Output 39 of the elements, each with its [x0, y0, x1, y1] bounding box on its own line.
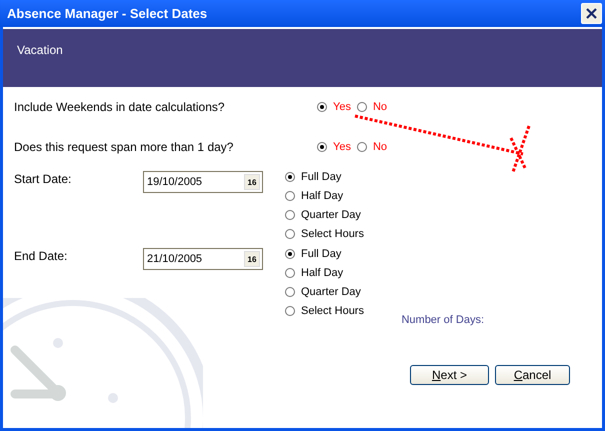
calendar-button[interactable]: 16 [244, 251, 260, 267]
date-label: Start Date: [14, 171, 72, 186]
radio-button[interactable] [285, 268, 295, 278]
radio-button[interactable] [317, 142, 327, 152]
dialog-button[interactable]: Next > [410, 365, 489, 385]
option-label: Full Day [301, 248, 342, 260]
radio-button[interactable] [285, 228, 295, 238]
date-field[interactable]: 21/10/2005 16 [143, 248, 263, 270]
question-label: Include Weekends in date calculations? [14, 100, 226, 114]
radio-button[interactable] [285, 190, 295, 200]
radio-button[interactable] [317, 102, 327, 112]
option-label: No [372, 141, 388, 153]
calendar-button[interactable]: 16 [244, 174, 260, 190]
dialog-button[interactable]: Cancel [495, 365, 570, 385]
option-label: Yes [333, 141, 351, 153]
close-button[interactable] [581, 3, 602, 24]
option-label: Half Day [301, 190, 344, 202]
radio-button[interactable] [285, 306, 295, 316]
radio-button[interactable] [285, 248, 295, 258]
option-label: Quarter Day [301, 208, 361, 220]
number-of-days-label: Number of Days: [401, 314, 484, 326]
date-field[interactable]: 19/10/2005 16 [143, 171, 263, 193]
window-title: Absence Manager - Select Dates [7, 6, 208, 21]
close-icon [585, 7, 598, 20]
option-label: Yes [333, 101, 351, 113]
option-label: Quarter Day [301, 286, 361, 298]
option-label: Half Day [301, 266, 344, 278]
date-label: End Date: [14, 248, 68, 263]
option-label: No [372, 101, 388, 113]
option-label: Select Hours [301, 304, 364, 316]
radio-button[interactable] [285, 210, 295, 220]
radio-button[interactable] [285, 172, 295, 182]
option-label: Select Hours [301, 228, 364, 240]
radio-button[interactable] [356, 142, 367, 152]
question-label: Does this request span more than 1 day? [14, 140, 234, 154]
radio-button[interactable] [356, 102, 367, 112]
header-title: Vacation [17, 43, 63, 57]
radio-button[interactable] [285, 286, 295, 296]
option-label: Full Day [301, 170, 342, 182]
